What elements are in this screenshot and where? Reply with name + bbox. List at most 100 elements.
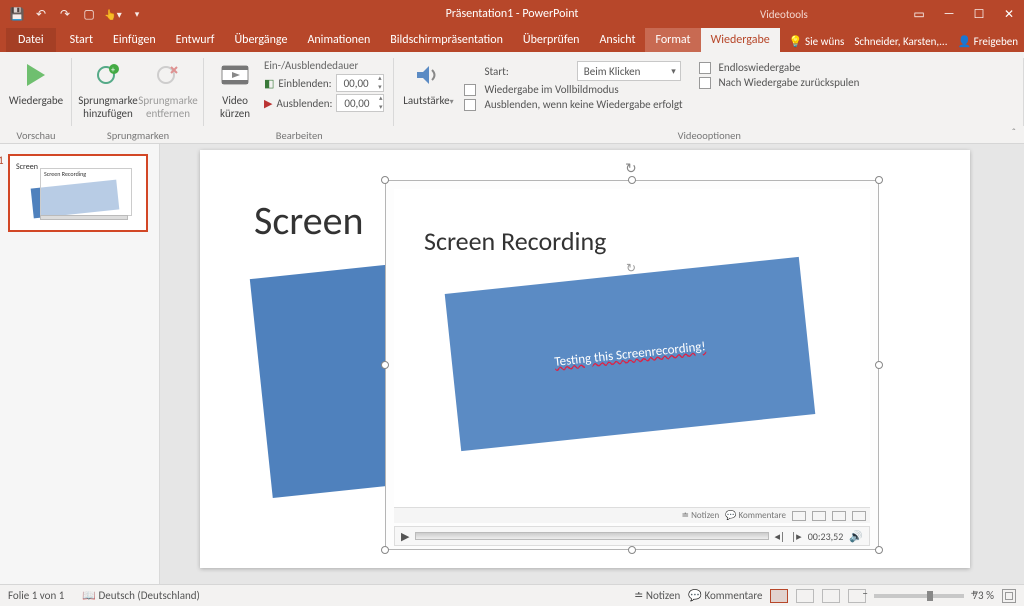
volume-icon (412, 59, 444, 91)
close-button[interactable]: ✕ (994, 0, 1024, 28)
redo-icon[interactable]: ↷ (54, 3, 76, 25)
fullscreen-checkbox[interactable] (464, 84, 476, 96)
status-comments-button[interactable]: 💬 Kommentare (688, 589, 762, 602)
tab-bildschirmpraesentation[interactable]: Bildschirmpräsentation (380, 28, 513, 52)
resize-handle-bl[interactable] (381, 546, 389, 554)
thumb-sub-title: Screen Recording (44, 170, 86, 178)
view-normal-icon[interactable] (770, 589, 788, 603)
player-step-back-button[interactable]: ◂| (775, 530, 786, 543)
status-slide-count[interactable]: Folie 1 von 1 (8, 589, 64, 602)
fade-in-label: Einblenden: (278, 77, 331, 90)
add-bookmark-icon: + (92, 59, 124, 91)
hide-label: Ausblenden, wenn keine Wiedergabe erfolg… (484, 98, 682, 111)
save-icon[interactable]: 💾 (6, 3, 28, 25)
recording-inner-text: Testing this Screenrecording! (554, 339, 707, 370)
inner-statusbar: ≐ Notizen 💬 Kommentare (394, 507, 870, 523)
status-language[interactable]: 📖 Deutsch (Deutschland) (82, 589, 200, 602)
touch-mode-icon[interactable]: 👆▾ (102, 3, 124, 25)
maximize-button[interactable]: ☐ (964, 0, 994, 28)
group-label-vorschau: Vorschau (0, 129, 72, 142)
tab-einfuegen[interactable]: Einfügen (103, 28, 166, 52)
group-videooptionen: Lautstärke▾ Start: Beim Klicken Wiederga… (394, 52, 1024, 144)
slide-title[interactable]: Screen (254, 196, 364, 245)
rewind-checkbox[interactable] (699, 77, 711, 89)
group-bearbeiten: Video kürzen Ein-/Ausblendedauer ◧ Einbl… (204, 52, 394, 144)
slide-canvas-area[interactable]: Screen Screen Recording Testing this Scr… (160, 144, 1024, 584)
inner-rotation-icon (626, 261, 638, 273)
ribbon-options-icon[interactable]: ▭ (904, 0, 934, 28)
resize-handle-br[interactable] (875, 546, 883, 554)
svg-text:+: + (111, 65, 115, 75)
start-from-beginning-icon[interactable]: ▢ (78, 3, 100, 25)
video-object-selected[interactable]: Screen Recording Testing this Screenreco… (385, 180, 879, 550)
quick-access-toolbar: 💾 ↶ ↷ ▢ 👆▾ ▾ (0, 3, 148, 25)
group-vorschau: Wiedergabe Vorschau (0, 52, 72, 144)
play-icon (20, 59, 52, 91)
view-sorter-icon[interactable] (796, 589, 814, 603)
share-button[interactable]: 👤 Freigeben (957, 35, 1018, 48)
tab-ueberpruefen[interactable]: Überprüfen (513, 28, 590, 52)
undo-icon[interactable]: ↶ (30, 3, 52, 25)
minimize-button[interactable]: — (934, 0, 964, 28)
qat-customize-icon[interactable]: ▾ (126, 3, 148, 25)
zoom-slider[interactable] (874, 594, 964, 598)
slide[interactable]: Screen Screen Recording Testing this Scr… (200, 150, 970, 568)
fit-to-window-icon[interactable] (1002, 589, 1016, 603)
tab-uebergaenge[interactable]: Übergänge (224, 28, 297, 52)
inner-view-sorter-icon (812, 511, 826, 521)
player-time: 00:23,52 (808, 530, 844, 543)
preview-play-button[interactable]: Wiedergabe (6, 55, 66, 107)
player-play-button[interactable]: ▶ (401, 530, 409, 543)
tab-start[interactable]: Start (60, 28, 103, 52)
video-frame[interactable]: Screen Recording Testing this Screenreco… (385, 180, 879, 550)
tell-me-field[interactable]: 💡 Sie wüns (789, 35, 844, 48)
collapse-ribbon-icon[interactable]: ˆ (1012, 126, 1016, 139)
tab-format[interactable]: Format (645, 28, 700, 52)
trim-video-icon (219, 59, 251, 91)
tab-wiedergabe[interactable]: Wiedergabe (701, 28, 780, 52)
rotation-handle-icon[interactable] (625, 160, 639, 174)
rewind-label: Nach Wiedergabe zurückspulen (719, 76, 860, 89)
player-volume-icon[interactable]: 🔊 (849, 530, 863, 543)
inner-view-reading-icon (832, 511, 846, 521)
hide-checkbox[interactable] (464, 99, 476, 111)
resize-handle-rc[interactable] (875, 361, 883, 369)
player-seek-track[interactable] (415, 532, 768, 540)
fullscreen-label: Wiedergabe im Vollbildmodus (484, 83, 618, 96)
thumb-player-bar (40, 215, 128, 220)
fade-duration-header: Ein-/Ausblendedauer (264, 59, 384, 72)
player-step-fwd-button[interactable]: |▸ (791, 530, 802, 543)
signed-in-user[interactable]: Schneider, Karsten,... (854, 35, 947, 48)
resize-handle-lc[interactable] (381, 361, 389, 369)
view-reading-icon[interactable] (822, 589, 840, 603)
group-label-bearbeiten: Bearbeiten (204, 129, 394, 142)
status-notes-button[interactable]: ≐ Notizen (634, 589, 680, 602)
tab-ansicht[interactable]: Ansicht (589, 28, 645, 52)
recorded-slide-content: Screen Recording Testing this Screenreco… (394, 189, 870, 509)
zoom-slider-thumb[interactable] (927, 591, 933, 601)
group-label-videooptionen: Videooptionen (394, 129, 1024, 142)
window-title: Präsentation1 - PowerPoint (446, 7, 579, 21)
tab-file[interactable]: Datei (6, 28, 56, 52)
start-combo[interactable]: Beim Klicken (577, 61, 681, 81)
ribbon-body: Wiedergabe Vorschau + Sprungmarke hinzuf… (0, 52, 1024, 144)
fade-out-spinbox[interactable]: 00,00 (336, 94, 384, 112)
slide-thumbnail-1[interactable]: Screen Screen Recording (8, 154, 148, 232)
video-player-bar: ▶ ◂| |▸ 00:23,52 🔊 (394, 526, 870, 546)
window-controls: ▭ — ☐ ✕ (904, 0, 1024, 28)
group-sprungmarken: + Sprungmarke hinzufügen Sprungmarke ent… (72, 52, 204, 144)
loop-label: Endloswiedergabe (719, 61, 801, 74)
fade-in-spinbox[interactable]: 00,00 (336, 74, 384, 92)
resize-handle-tr[interactable] (875, 176, 883, 184)
fade-in-icon: ◧ (264, 77, 274, 90)
tab-animationen[interactable]: Animationen (297, 28, 380, 52)
fade-out-icon: ▶ (264, 97, 272, 110)
loop-checkbox[interactable] (699, 62, 711, 74)
resize-handle-bc[interactable] (628, 546, 636, 554)
slide-thumbnail-pane[interactable]: Screen Screen Recording (0, 144, 160, 584)
tab-entwurf[interactable]: Entwurf (166, 28, 225, 52)
start-label: Start: (484, 65, 508, 78)
resize-handle-tc[interactable] (628, 176, 636, 184)
resize-handle-tl[interactable] (381, 176, 389, 184)
fade-out-label: Ausblenden: (276, 97, 332, 110)
